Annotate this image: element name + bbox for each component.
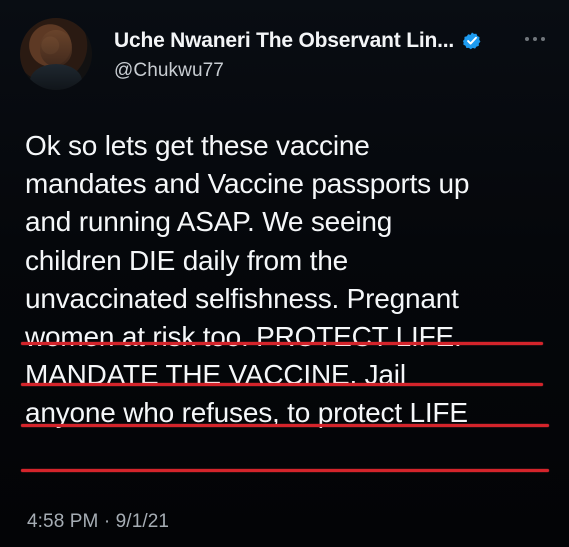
red-underline: [21, 469, 549, 472]
avatar-face-shape: [40, 30, 72, 66]
author-handle[interactable]: @Chukwu77: [114, 60, 224, 82]
tweet-text-line: and running ASAP. We seeing: [25, 206, 393, 238]
tweet-card: Uche Nwaneri The Observant Lin... @Chukw…: [0, 0, 569, 547]
tweet-text-line: children DIE daily from the: [25, 244, 348, 276]
tweet-text-line: MANDATE THE VACCINE. Jail: [25, 359, 406, 391]
avatar-body-shape: [30, 64, 82, 90]
tweet-body: Ok so lets get these vaccine mandates an…: [25, 127, 550, 433]
author-display-name[interactable]: Uche Nwaneri The Observant Lin...: [114, 28, 454, 54]
red-underline: [21, 424, 549, 427]
verified-badge-icon: [463, 32, 481, 50]
tweet-timestamp[interactable]: 4:58 PM · 9/1/21: [27, 510, 169, 534]
more-options-icon[interactable]: [522, 30, 548, 46]
red-underline: [21, 383, 543, 386]
tweet-text-line: Ok so lets get these vaccine: [25, 130, 370, 161]
tweet-text-line: mandates and Vaccine passports up: [25, 168, 470, 200]
tweet-text-line: unvaccinated selfishness. Pregnant: [25, 282, 459, 314]
red-underline: [21, 342, 543, 345]
avatar[interactable]: [20, 18, 92, 90]
tweet-header: Uche Nwaneri The Observant Lin... @Chukw…: [20, 18, 549, 90]
tweet-text-line: women at risk too. PROTECT LIFE.: [25, 320, 462, 352]
author-name-row: Uche Nwaneri The Observant Lin...: [114, 28, 509, 54]
